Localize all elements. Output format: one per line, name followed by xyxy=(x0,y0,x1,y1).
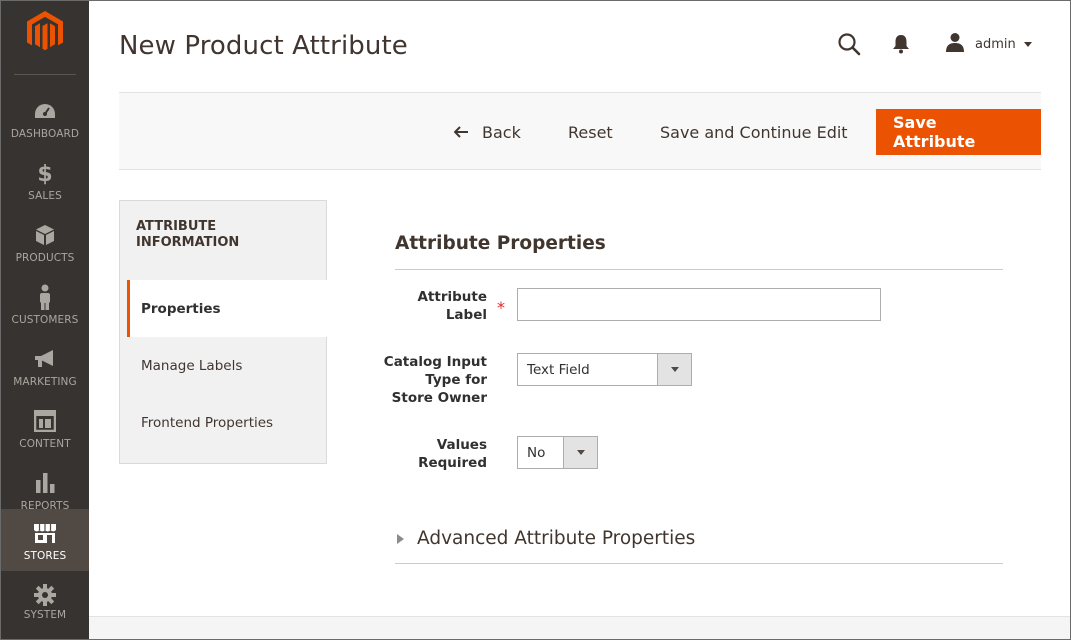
chevron-down-icon xyxy=(657,354,691,385)
back-button-label: Back xyxy=(482,122,521,142)
attribute-information-tabs: ATTRIBUTE INFORMATION Properties Manage … xyxy=(119,200,327,464)
sidebar-item-label: SALES xyxy=(28,190,62,202)
sidebar-divider xyxy=(14,74,76,75)
sidebar-item-label: PRODUCTS xyxy=(15,252,75,264)
save-and-continue-button[interactable]: Save and Continue Edit xyxy=(660,109,848,155)
save-attribute-button[interactable]: Save Attribute xyxy=(876,109,1041,155)
sidebar-item-label: STORES xyxy=(23,550,67,562)
sidebar-item-stores[interactable]: STORES xyxy=(1,509,89,571)
page-footer xyxy=(89,616,1070,639)
tabs-title: ATTRIBUTE INFORMATION xyxy=(136,219,240,250)
notification-bell-icon[interactable] xyxy=(892,34,910,54)
back-button[interactable]: Back xyxy=(454,109,521,155)
attribute-label-input[interactable] xyxy=(517,288,881,321)
reset-button[interactable]: Reset xyxy=(568,109,613,155)
page-title: New Product Attribute xyxy=(119,31,408,61)
bar-chart-icon xyxy=(1,471,89,495)
advanced-section-title: Advanced Attribute Properties xyxy=(417,528,696,549)
attribute-label-field-label: Attribute Label xyxy=(417,289,487,323)
chevron-down-icon xyxy=(1023,41,1032,47)
catalog-input-type-field-label: Catalog Input Type for Store Owner xyxy=(383,354,487,406)
user-icon xyxy=(945,32,965,56)
megaphone-icon xyxy=(1,347,89,371)
cube-icon xyxy=(1,223,89,247)
sidebar-item-label: CONTENT xyxy=(19,438,71,450)
dollar-icon: $ xyxy=(1,161,89,185)
expand-triangle-icon xyxy=(397,533,404,544)
tab-manage-labels[interactable]: Manage Labels xyxy=(127,337,327,394)
svg-text:$: $ xyxy=(37,162,52,185)
chevron-down-icon xyxy=(563,437,597,468)
sidebar-item-customers[interactable]: CUSTOMERS xyxy=(1,273,89,335)
section-title: Attribute Properties xyxy=(395,233,606,254)
page-actions-bar: Back Reset Save and Continue Edit Save A… xyxy=(119,92,1041,170)
advanced-attribute-properties-toggle[interactable]: Advanced Attribute Properties xyxy=(397,528,695,549)
select-value: No xyxy=(527,444,546,461)
sidebar-item-sales[interactable]: $ SALES xyxy=(1,149,89,211)
person-icon xyxy=(1,284,89,310)
sidebar-item-dashboard[interactable]: DASHBOARD xyxy=(1,87,89,149)
admin-username: admin xyxy=(975,36,1016,52)
dashboard-gauge-icon xyxy=(1,99,89,123)
sidebar-item-label: CUSTOMERS xyxy=(11,314,79,326)
sidebar-item-products[interactable]: PRODUCTS xyxy=(1,211,89,273)
sidebar-item-marketing[interactable]: MARKETING xyxy=(1,335,89,397)
values-required-field-label: Values Required xyxy=(418,437,487,471)
arrow-left-icon xyxy=(454,126,469,138)
admin-user-menu[interactable]: admin xyxy=(945,33,1032,55)
required-mark: * xyxy=(497,298,505,317)
layout-icon xyxy=(1,409,89,433)
values-required-select[interactable]: No xyxy=(517,436,598,469)
select-value: Text Field xyxy=(527,361,590,378)
app-window: DASHBOARD $ SALES PRODUCTS CUSTOMERS MAR… xyxy=(0,0,1071,640)
sidebar-item-content[interactable]: CONTENT xyxy=(1,397,89,459)
search-icon[interactable] xyxy=(837,32,861,56)
section-divider xyxy=(395,563,1003,564)
sidebar-item-label: DASHBOARD xyxy=(10,128,80,140)
tab-frontend-properties[interactable]: Frontend Properties xyxy=(127,394,327,451)
section-divider xyxy=(395,269,1003,270)
tab-properties[interactable]: Properties xyxy=(127,280,327,337)
admin-sidebar: DASHBOARD $ SALES PRODUCTS CUSTOMERS MAR… xyxy=(1,1,89,639)
sidebar-item-system[interactable]: SYSTEM xyxy=(1,583,89,639)
magento-logo[interactable] xyxy=(27,11,63,53)
sidebar-item-label: SYSTEM xyxy=(23,609,67,621)
storefront-icon xyxy=(1,521,89,545)
sidebar-item-label: MARKETING xyxy=(13,376,77,388)
catalog-input-type-select[interactable]: Text Field xyxy=(517,353,692,386)
gear-icon xyxy=(1,583,89,607)
